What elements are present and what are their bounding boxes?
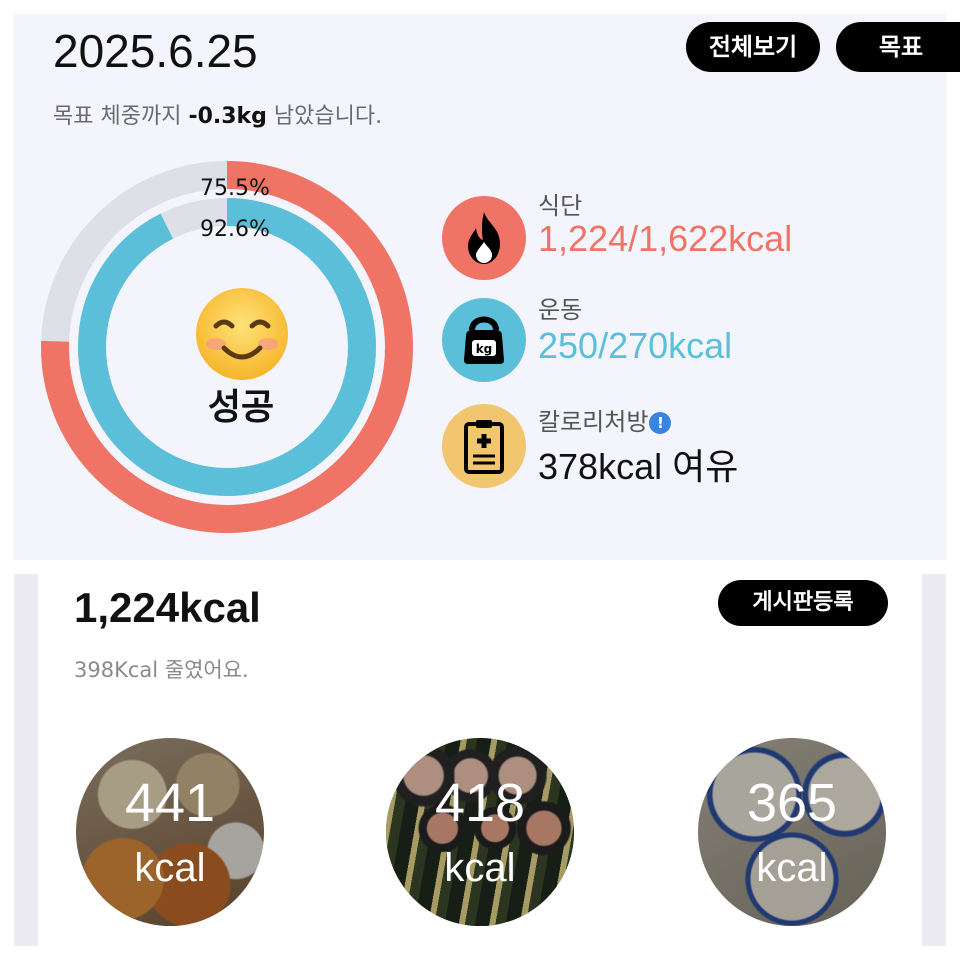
meal-kcal-value: 365: [746, 773, 838, 833]
diet-value: 1,224/1,622kcal: [538, 218, 793, 259]
date-title: 2025.6.25: [53, 25, 258, 77]
goal-text-prefix: 목표 체중까지: [53, 104, 189, 129]
total-kcal-title: 1,224kcal: [74, 584, 261, 631]
exercise-label: 운동: [538, 296, 583, 324]
goal-text-suffix: 남았습니다.: [266, 104, 383, 129]
meal-kcal-unit: kcal: [134, 846, 206, 890]
prescription-label: 칼로리처방: [538, 408, 649, 436]
reduced-kcal-note: 398Kcal 줄였어요.: [74, 658, 249, 682]
meal-thumbnail[interactable]: 365 kcal: [698, 738, 886, 926]
meal-thumbnail[interactable]: 418 kcal: [386, 738, 574, 926]
meal-summary-card: 1,224kcal 게시판등록 398Kcal 줄였어요. 441 kcal 4…: [38, 574, 922, 946]
svg-text:kg: kg: [476, 342, 493, 356]
smiling-face-icon: [194, 286, 290, 382]
prescription-value: 378kcal 여유: [538, 446, 739, 487]
board-register-button[interactable]: 게시판등록: [718, 580, 888, 626]
meal-kcal-value: 418: [434, 773, 526, 833]
view-all-button[interactable]: 전체보기: [686, 22, 820, 72]
exercise-value: 250/270kcal: [538, 325, 733, 366]
info-icon[interactable]: !: [649, 412, 672, 434]
diet-label: 식단: [538, 192, 583, 220]
inner-percent-label: 92.6%: [200, 217, 270, 242]
fire-icon: [442, 196, 526, 280]
outer-percent-label: 75.5%: [200, 176, 270, 201]
meal-thumbnail[interactable]: 441 kcal: [76, 738, 264, 926]
goal-button[interactable]: 목표: [836, 22, 960, 72]
meal-kcal-unit: kcal: [756, 846, 828, 890]
meal-kcal-unit: kcal: [444, 846, 516, 890]
meal-section-background: 1,224kcal 게시판등록 398Kcal 줄였어요. 441 kcal 4…: [14, 574, 946, 946]
clipboard-icon: [442, 404, 526, 488]
goal-weight-value: -0.3kg: [188, 104, 267, 129]
meal-kcal-value: 441: [124, 773, 216, 833]
goal-remaining-text: 목표 체중까지 -0.3kg 남았습니다.: [53, 98, 382, 130]
prescription-label-row[interactable]: 칼로리처방!: [538, 402, 672, 437]
result-label: 성공: [207, 387, 275, 428]
kettlebell-icon: kg: [442, 298, 526, 382]
